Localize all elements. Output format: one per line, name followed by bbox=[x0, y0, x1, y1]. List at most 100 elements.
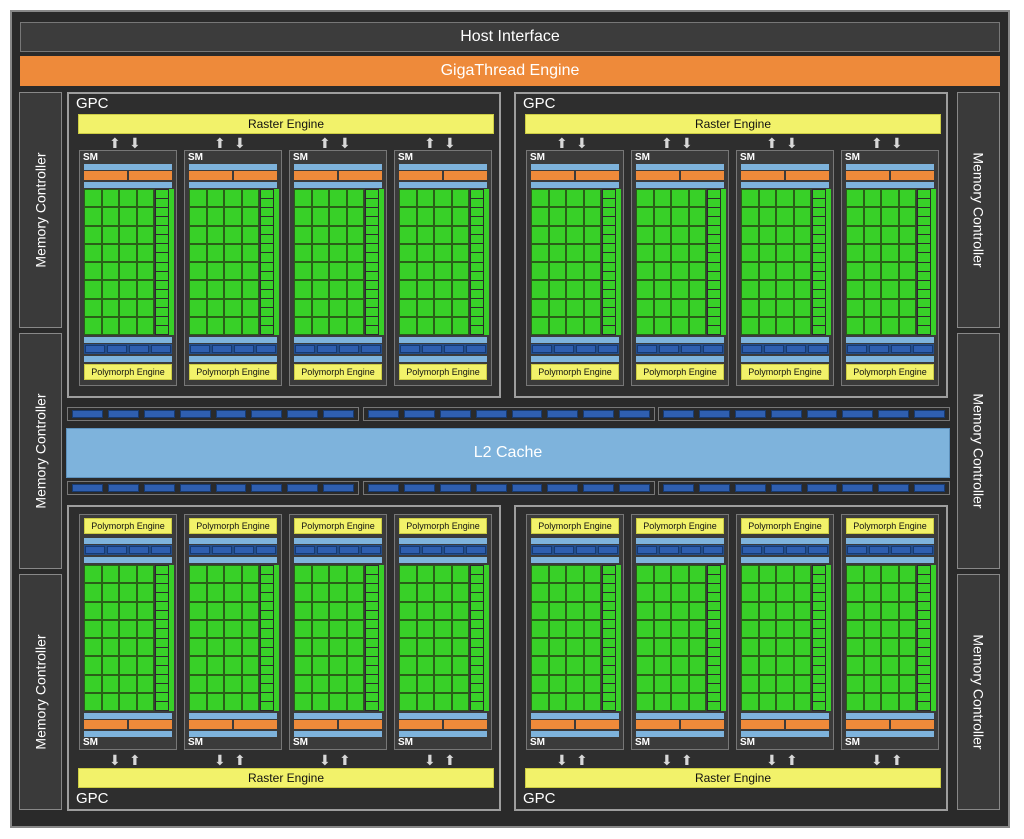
sfu-unit bbox=[471, 683, 483, 692]
sfu-column bbox=[365, 565, 379, 711]
cuda-core bbox=[295, 244, 311, 261]
gpc-1: GPC Raster Engine ⬆ ⬇ SM Polymorph Engine ⬆ ⬇ SM… bbox=[67, 92, 501, 398]
texture-unit bbox=[842, 484, 874, 492]
texture-unit bbox=[576, 546, 596, 554]
sfu-unit bbox=[156, 611, 168, 620]
sfu-unit bbox=[261, 262, 273, 271]
gpc-label: GPC bbox=[76, 790, 109, 807]
sfu-unit bbox=[261, 665, 273, 674]
cuda-core bbox=[689, 281, 705, 298]
down-arrow-icon: ⬆ bbox=[339, 752, 351, 768]
cuda-core bbox=[190, 602, 206, 619]
texture-unit bbox=[659, 345, 679, 353]
sfu-unit bbox=[261, 629, 273, 638]
raster-engine: Raster Engine bbox=[525, 114, 941, 134]
sfu-unit bbox=[156, 566, 168, 575]
cuda-core bbox=[777, 281, 793, 298]
cuda-core bbox=[137, 657, 153, 674]
down-arrow-icon: ⬆ bbox=[129, 752, 141, 768]
load-store-bus bbox=[84, 182, 172, 188]
cuda-core bbox=[742, 657, 758, 674]
texture-unit bbox=[215, 410, 247, 418]
cuda-core bbox=[207, 566, 223, 583]
sfu-unit bbox=[708, 647, 720, 656]
cuda-core bbox=[417, 190, 433, 207]
sfu-unit bbox=[366, 253, 378, 262]
sfu-unit bbox=[813, 647, 825, 656]
sfu-unit bbox=[156, 190, 168, 199]
cuda-core bbox=[567, 693, 583, 710]
ld-st-column bbox=[721, 189, 726, 335]
cuda-core bbox=[102, 675, 118, 692]
cuda-core bbox=[672, 602, 688, 619]
streaming-multiprocessor: SM Polymorph Engine bbox=[526, 150, 624, 386]
cuda-core bbox=[742, 584, 758, 601]
cuda-core bbox=[777, 639, 793, 656]
texture-units bbox=[531, 545, 619, 555]
cuda-core bbox=[137, 317, 153, 334]
texture-unit bbox=[786, 546, 806, 554]
polymorph-engine: Polymorph Engine bbox=[741, 364, 829, 380]
up-arrow-icon: ⬆ bbox=[871, 135, 883, 151]
cuda-core bbox=[312, 675, 328, 692]
down-arrow-icon: ⬇ bbox=[129, 135, 141, 151]
texture-unit bbox=[323, 410, 354, 418]
texture-unit bbox=[107, 484, 139, 492]
load-store-bus bbox=[531, 164, 619, 170]
texture-band bbox=[363, 407, 655, 421]
sfu-unit bbox=[471, 307, 483, 316]
cuda-core bbox=[864, 657, 880, 674]
cuda-core bbox=[312, 299, 328, 316]
cuda-core bbox=[847, 281, 863, 298]
cuda-core bbox=[759, 693, 775, 710]
sfu-unit bbox=[471, 611, 483, 620]
cuda-core bbox=[207, 657, 223, 674]
cuda-core bbox=[295, 566, 311, 583]
cuda-core bbox=[347, 620, 363, 637]
cuda-core bbox=[137, 639, 153, 656]
sfu-unit bbox=[366, 566, 378, 575]
cuda-core bbox=[400, 208, 416, 225]
texture-unit bbox=[439, 410, 471, 418]
cuda-core bbox=[330, 620, 346, 637]
cuda-core bbox=[654, 693, 670, 710]
cuda-core bbox=[312, 281, 328, 298]
sfu-unit bbox=[918, 611, 930, 620]
streaming-multiprocessor: Polymorph Engine SM bbox=[289, 514, 387, 750]
cuda-core bbox=[452, 208, 468, 225]
cuda-core bbox=[794, 299, 810, 316]
sfu-unit bbox=[918, 262, 930, 271]
cuda-core bbox=[672, 226, 688, 243]
cuda-core bbox=[417, 299, 433, 316]
texture-unit bbox=[734, 410, 766, 418]
cuda-core bbox=[417, 263, 433, 280]
load-store-bus bbox=[189, 337, 277, 343]
sfu-unit bbox=[603, 217, 615, 226]
cuda-core bbox=[672, 675, 688, 692]
down-arrow-icon: ⬇ bbox=[891, 135, 903, 151]
sfu-unit bbox=[708, 575, 720, 584]
load-store-bus bbox=[189, 557, 277, 563]
cuda-core bbox=[567, 190, 583, 207]
cuda-core bbox=[137, 693, 153, 710]
sfu-unit bbox=[471, 253, 483, 262]
cuda-core bbox=[759, 299, 775, 316]
sfu-unit bbox=[471, 692, 483, 701]
cuda-core bbox=[899, 675, 915, 692]
cuda-core bbox=[847, 584, 863, 601]
down-arrow-icon: ⬆ bbox=[234, 752, 246, 768]
cuda-core bbox=[672, 620, 688, 637]
memory-controller-label: Memory Controller bbox=[32, 152, 49, 268]
sfu-unit bbox=[918, 620, 930, 629]
sm-label: SM bbox=[188, 737, 203, 748]
sfu-unit bbox=[708, 629, 720, 638]
up-arrow-icon: ⬇ bbox=[214, 752, 226, 768]
dispatch-unit bbox=[891, 720, 934, 729]
load-store-bus bbox=[741, 713, 829, 719]
cuda-core bbox=[225, 299, 241, 316]
cuda-core bbox=[759, 263, 775, 280]
memory-controller-left-2: Memory Controller bbox=[19, 333, 62, 569]
load-store-bus bbox=[741, 337, 829, 343]
sfu-column bbox=[602, 189, 616, 335]
texture-unit bbox=[323, 484, 354, 492]
